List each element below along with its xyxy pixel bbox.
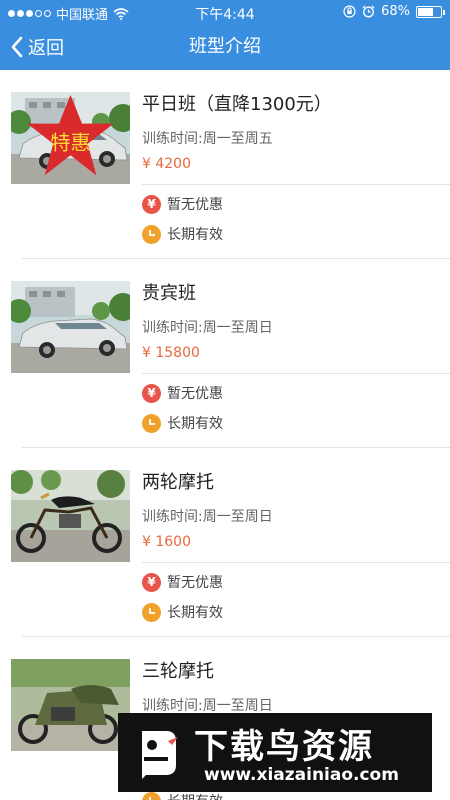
- yen-icon: ¥: [142, 383, 161, 403]
- training-time: 训练时间:周一至周日: [142, 509, 273, 525]
- course-thumbnail: 特惠: [11, 92, 130, 184]
- course-name: 两轮摩托: [142, 472, 214, 493]
- course-name: 平日班（直降1300元）: [142, 94, 332, 115]
- validity-row: 长期有效: [142, 791, 223, 800]
- validity-row: 长期有效: [142, 413, 223, 433]
- training-time: 训练时间:周一至周日: [142, 320, 273, 336]
- validity-text: 长期有效: [167, 227, 223, 243]
- course-thumbnail: [11, 470, 130, 562]
- yen-icon: ¥: [142, 194, 161, 214]
- special-offer-badge: 特惠: [11, 92, 130, 184]
- course-price: ¥ 4200: [142, 156, 191, 172]
- validity-text: 长期有效: [167, 791, 223, 800]
- yen-icon: ¥: [142, 572, 161, 592]
- discount-row: ¥ 暂无优惠: [142, 194, 223, 214]
- discount-text: 暂无优惠: [167, 575, 223, 591]
- alarm-icon: [362, 5, 375, 18]
- discount-row: ¥ 暂无优惠: [142, 383, 223, 403]
- course-thumbnail: [11, 281, 130, 373]
- discount-text: 暂无优惠: [167, 197, 223, 213]
- course-name: 贵宾班: [142, 283, 196, 304]
- validity-text: 长期有效: [167, 605, 223, 621]
- course-item[interactable]: 两轮摩托 训练时间:周一至周日 ¥ 1600 ¥ 暂无优惠 长期有效: [0, 448, 450, 637]
- validity-text: 长期有效: [167, 416, 223, 432]
- clock-icon: [142, 602, 161, 622]
- battery-fill: [418, 7, 433, 16]
- clock-icon: [142, 791, 161, 800]
- status-right: 68%: [343, 4, 445, 19]
- validity-row: 长期有效: [142, 602, 223, 622]
- bird-logo-icon: [142, 731, 178, 779]
- battery-percent: 68%: [381, 4, 410, 19]
- battery-icon: [416, 5, 445, 18]
- rotation-lock-icon: [343, 5, 356, 18]
- course-price: ¥ 15800: [142, 345, 200, 361]
- status-bar: 中国联通 下午4:44 68%: [0, 0, 450, 24]
- course-price: ¥ 1600: [142, 534, 191, 550]
- divider: [142, 373, 450, 374]
- course-item[interactable]: 贵宾班 训练时间:周一至周日 ¥ 15800 ¥ 暂无优惠 长期有效: [0, 259, 450, 448]
- training-time: 训练时间:周一至周日: [142, 698, 273, 714]
- course-name: 三轮摩托: [142, 661, 214, 682]
- clock-icon: [142, 413, 161, 433]
- page-title: 班型介绍: [189, 36, 261, 57]
- watermark-url: www.xiazainiao.com: [204, 765, 399, 785]
- training-time: 训练时间:周一至周五: [142, 131, 273, 147]
- discount-row: ¥ 暂无优惠: [142, 572, 223, 592]
- nav-bar: 返回 班型介绍: [0, 24, 450, 70]
- divider: [142, 184, 450, 185]
- divider: [142, 562, 450, 563]
- clock-icon: [142, 224, 161, 244]
- course-list: 特惠 平日班（直降1300元） 训练时间:周一至周五 ¥ 4200 ¥ 暂无优惠…: [0, 70, 450, 800]
- watermark-title: 下载鸟资源: [194, 727, 374, 767]
- validity-row: 长期有效: [142, 224, 223, 244]
- course-thumbnail: [11, 659, 130, 751]
- discount-text: 暂无优惠: [167, 386, 223, 402]
- watermark-banner: 下载鸟资源 www.xiazainiao.com: [118, 713, 432, 792]
- course-item[interactable]: 特惠 平日班（直降1300元） 训练时间:周一至周五 ¥ 4200 ¥ 暂无优惠…: [0, 70, 450, 259]
- svg-text:特惠: 特惠: [50, 131, 90, 155]
